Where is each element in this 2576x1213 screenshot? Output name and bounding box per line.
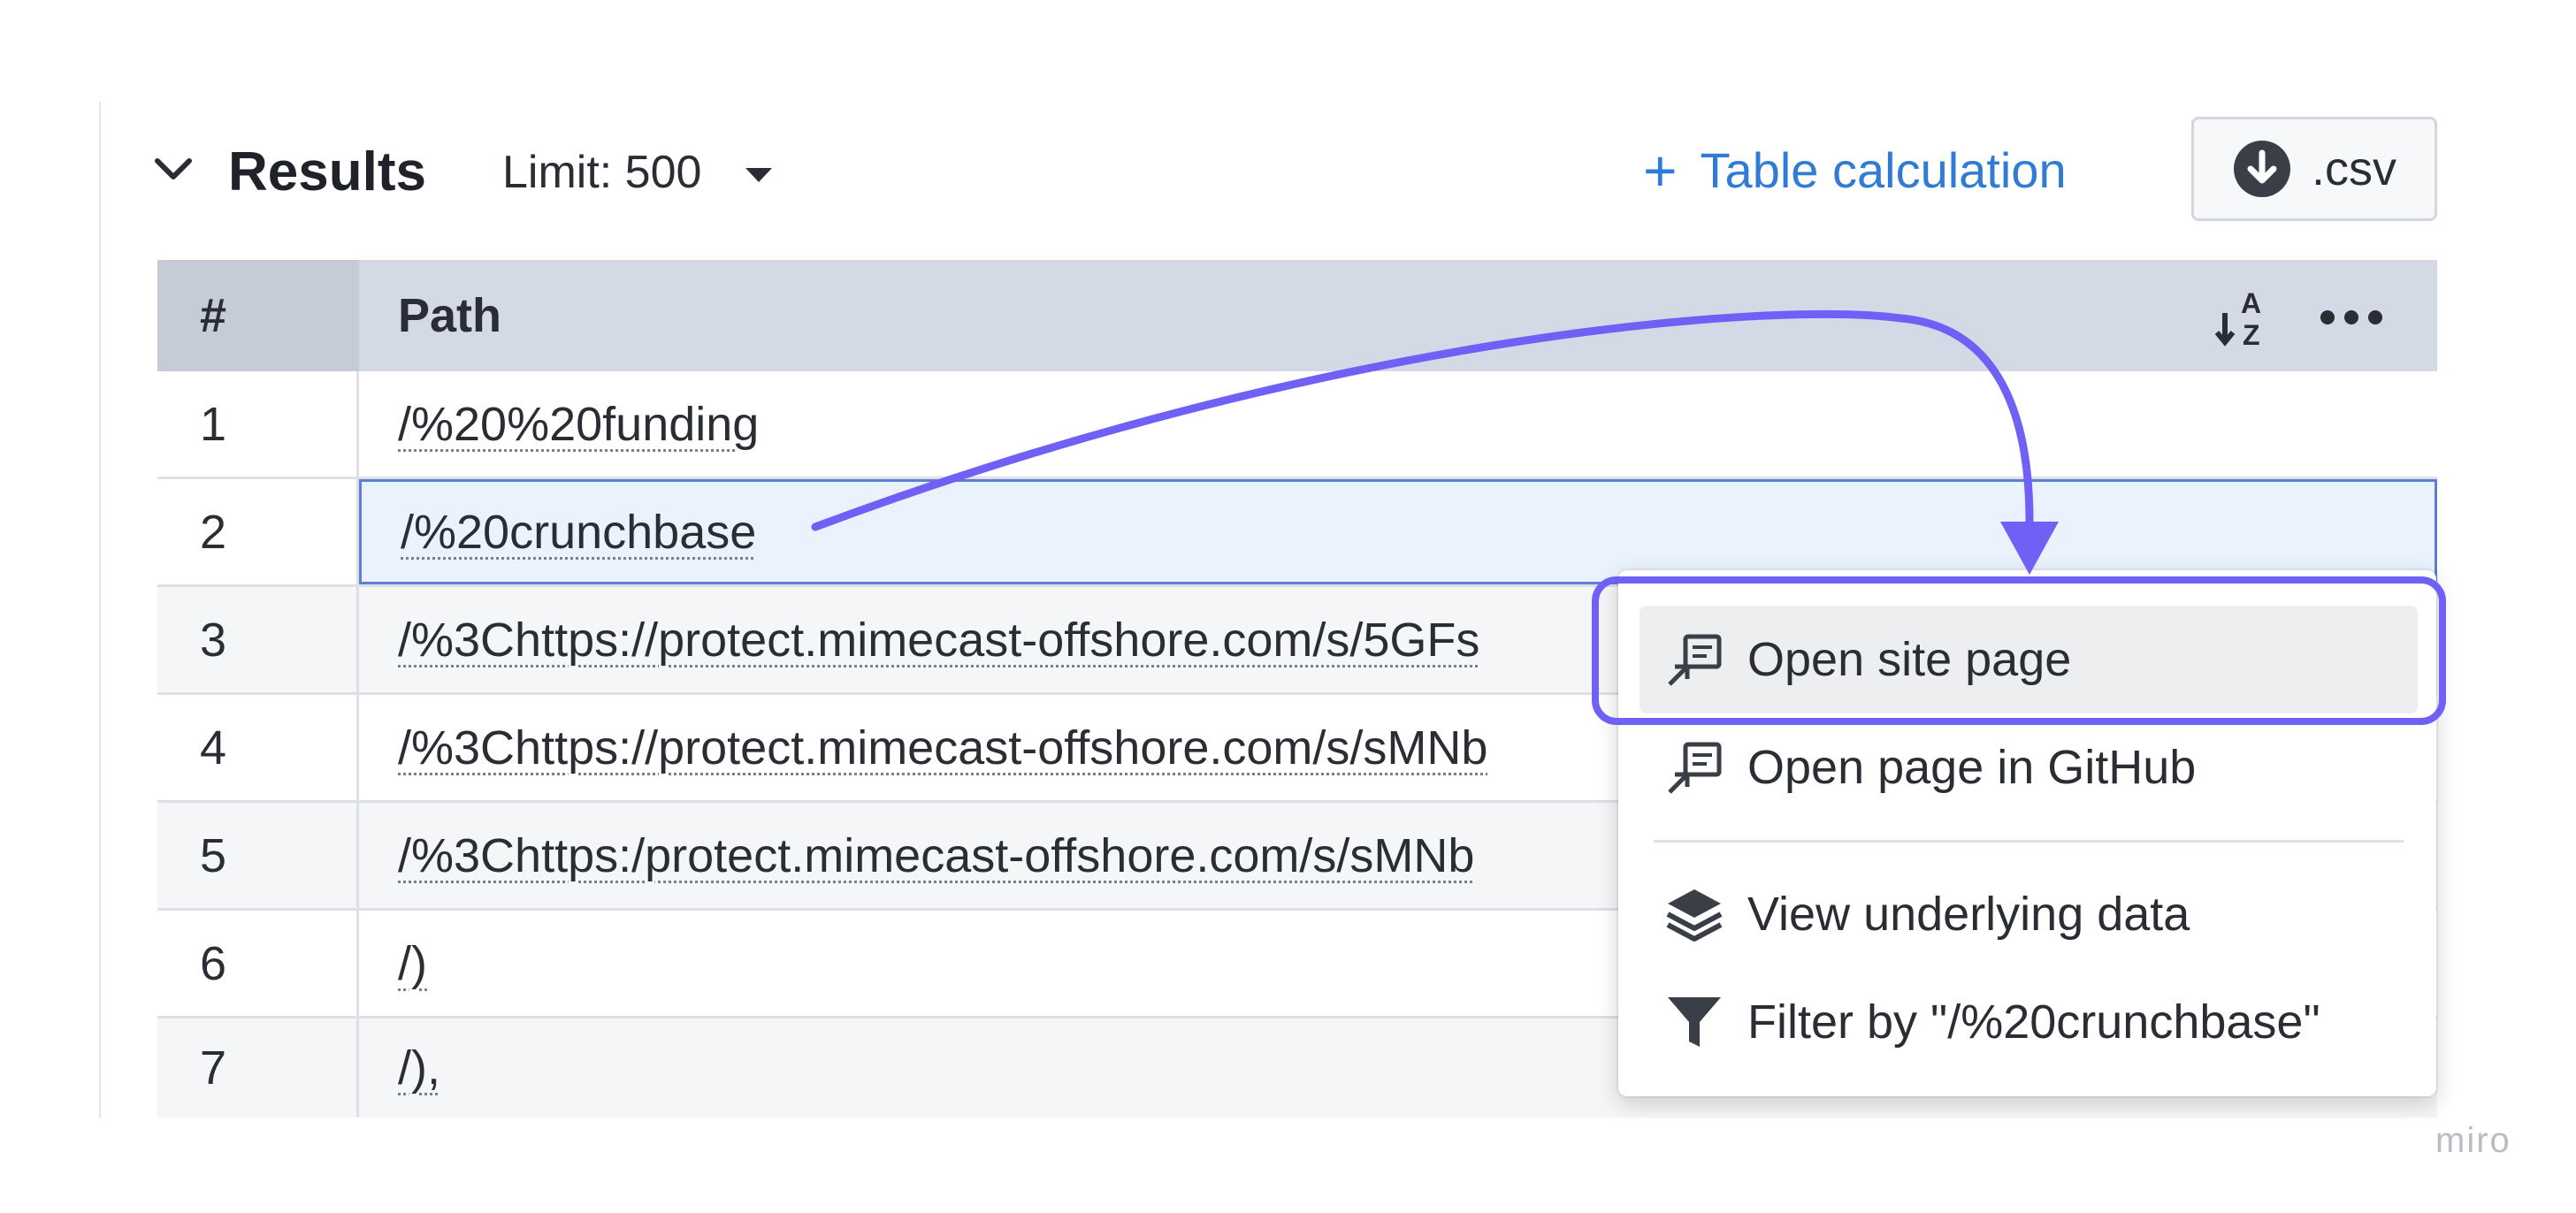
annotation-arrow (811, 309, 2059, 575)
watermark: miro (2435, 1121, 2511, 1160)
